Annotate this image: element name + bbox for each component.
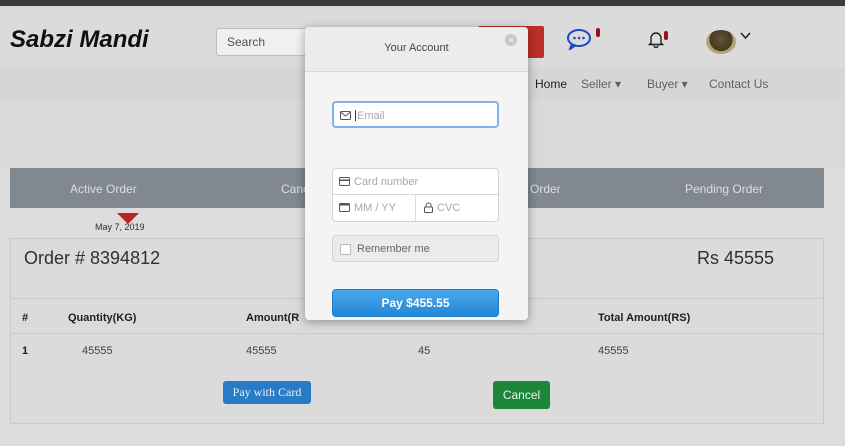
cvc-placeholder: CVC — [437, 202, 461, 214]
card-expiry-cvc-row: MM / YY CVC — [333, 195, 498, 221]
cvc-field[interactable]: CVC — [416, 195, 498, 221]
remember-me-checkbox[interactable] — [340, 244, 351, 255]
lock-icon — [424, 202, 433, 216]
calendar-icon — [339, 203, 350, 215]
remember-me-label: Remember me — [357, 243, 430, 255]
modal-header: Your Account × — [305, 27, 528, 72]
card-details-group: Card number MM / YY CVC — [332, 168, 499, 222]
payment-modal: Your Account × Email Card number MM / YY — [305, 27, 528, 320]
credit-card-icon — [339, 177, 350, 189]
card-number-placeholder: Card number — [354, 176, 419, 188]
envelope-icon — [340, 111, 351, 120]
expiry-placeholder: MM / YY — [354, 202, 396, 214]
close-icon[interactable]: × — [505, 34, 517, 46]
modal-title: Your Account — [384, 42, 449, 54]
email-field[interactable]: Email — [332, 101, 499, 128]
expiry-field[interactable]: MM / YY — [333, 195, 415, 221]
email-placeholder: Email — [357, 110, 385, 122]
remember-me-option[interactable]: Remember me — [332, 235, 499, 262]
pay-button[interactable]: Pay $455.55 — [332, 289, 499, 317]
card-number-field[interactable]: Card number — [333, 169, 498, 195]
